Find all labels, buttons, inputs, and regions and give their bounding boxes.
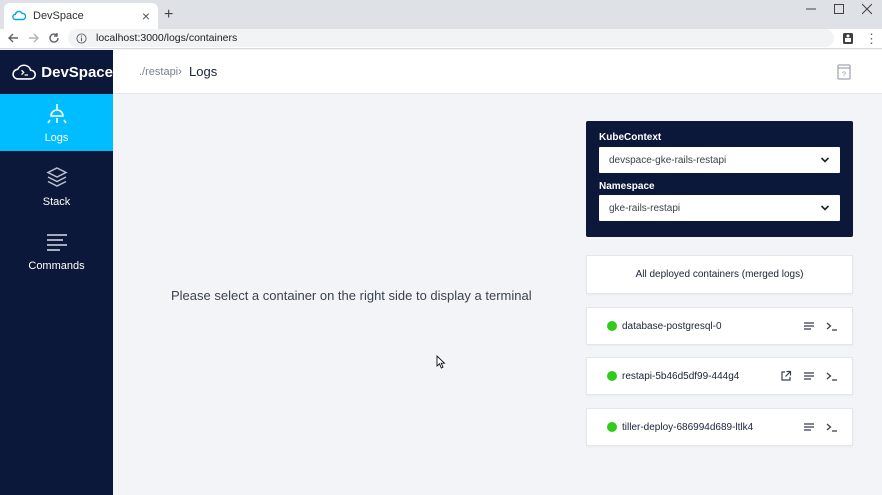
devspace-favicon-icon — [12, 10, 26, 21]
container-name: restapi-5b46d5df99-444g4 — [622, 370, 740, 382]
new-tab-button[interactable]: + — [164, 6, 173, 24]
app-header: ./restapi › Logs ? — [113, 50, 882, 94]
site-info-icon[interactable] — [76, 32, 87, 44]
namespace-select[interactable]: gke-rails-restapi — [599, 195, 840, 221]
logs-view-icon[interactable] — [803, 421, 815, 433]
forward-icon[interactable] — [28, 32, 40, 44]
terminal-icon[interactable] — [826, 370, 838, 382]
container-name: database-postgresql-0 — [622, 320, 722, 332]
container-item[interactable]: tiller-deploy-686994d689-ltlk4 — [586, 408, 853, 446]
terminal-icon[interactable] — [826, 421, 838, 433]
brand[interactable]: DevSpace — [0, 50, 113, 94]
namespace-label: Namespace — [599, 181, 655, 192]
address-bar: localhost:3000/logs/containers ⋮ — [0, 29, 882, 49]
container-name: tiller-deploy-686994d689-ltlk4 — [622, 421, 754, 433]
all-containers-label: All deployed containers (merged logs) — [635, 269, 804, 280]
sidebar-item-logs[interactable]: Logs — [0, 94, 113, 151]
url-input[interactable]: localhost:3000/logs/containers — [68, 29, 834, 47]
close-window-icon[interactable] — [862, 3, 872, 15]
page-title: Logs — [189, 64, 218, 79]
tab-close-icon[interactable]: × — [142, 9, 150, 23]
back-icon[interactable] — [7, 32, 19, 44]
container-item[interactable]: restapi-5b46d5df99-444g4 — [586, 357, 853, 395]
commands-icon — [46, 233, 67, 251]
breadcrumb-parent[interactable]: ./restapi — [139, 66, 178, 78]
svg-text:?: ? — [842, 72, 846, 79]
logs-view-icon[interactable] — [803, 320, 815, 332]
terminal-icon[interactable] — [826, 320, 838, 332]
sidebar-item-label: Commands — [28, 259, 85, 272]
empty-state-message: Please select a container on the right s… — [171, 288, 532, 303]
breadcrumb-separator: › — [178, 64, 182, 78]
open-external-icon[interactable] — [780, 370, 792, 382]
kubecontext-value: devspace-gke-rails-restapi — [609, 154, 727, 166]
browser-tab[interactable]: DevSpace × — [4, 3, 158, 29]
sidebar-item-label: Logs — [44, 131, 69, 144]
chevron-down-icon — [820, 205, 830, 211]
sidebar-item-stack[interactable]: Stack — [0, 158, 113, 215]
logs-view-icon[interactable] — [803, 370, 815, 382]
all-containers-button[interactable]: All deployed containers (merged logs) — [586, 255, 853, 294]
tab-title: DevSpace — [33, 10, 84, 22]
minimize-icon[interactable] — [806, 3, 816, 15]
status-dot — [607, 422, 617, 432]
kubecontext-select[interactable]: devspace-gke-rails-restapi — [599, 147, 840, 173]
help-docs-icon[interactable]: ? — [837, 64, 851, 80]
namespace-value: gke-rails-restapi — [609, 202, 681, 214]
mouse-cursor-icon — [436, 355, 446, 369]
devspace-logo-icon — [12, 64, 36, 80]
context-panel: KubeContext devspace-gke-rails-restapi N… — [586, 121, 853, 237]
logs-icon — [46, 103, 67, 123]
sidebar-item-commands[interactable]: Commands — [0, 222, 113, 279]
extension-icon[interactable] — [842, 32, 854, 45]
sidebar: DevSpace Logs Stack Commands — [0, 50, 113, 495]
status-dot — [607, 321, 617, 331]
url-text: localhost:3000/logs/containers — [96, 32, 238, 44]
sidebar-item-label: Stack — [42, 195, 71, 208]
kubecontext-label: KubeContext — [599, 132, 662, 143]
reload-icon[interactable] — [48, 32, 60, 44]
stack-icon — [45, 166, 68, 187]
chevron-down-icon — [820, 157, 830, 163]
brand-name: DevSpace — [41, 63, 113, 81]
browser-tabbar: DevSpace × + — [0, 0, 882, 29]
maximize-icon[interactable] — [834, 3, 844, 15]
browser-menu-icon[interactable]: ⋮ — [865, 32, 878, 45]
container-item[interactable]: database-postgresql-0 — [586, 307, 853, 345]
status-dot — [607, 371, 617, 381]
